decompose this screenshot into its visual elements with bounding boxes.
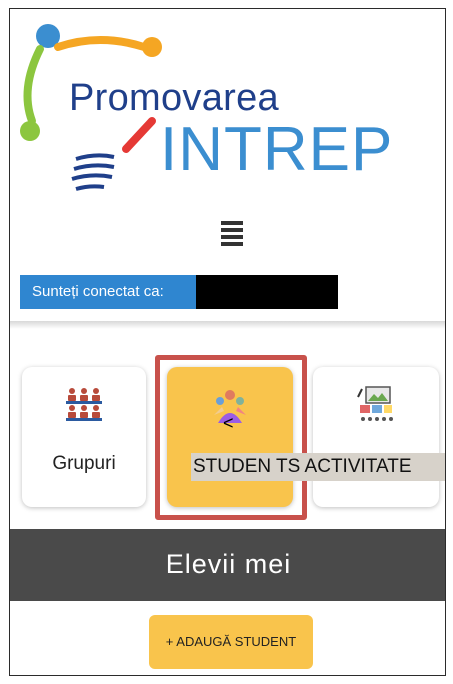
app-frame: Promovarea INTREP Sunteți conectat ca: G… [9, 8, 446, 676]
logo: Promovarea INTREP [10, 9, 445, 209]
section-header: Elevii mei [10, 529, 445, 601]
header-divider [10, 321, 445, 329]
students-card[interactable] [167, 367, 293, 507]
groups-card-label: Grupuri [52, 453, 116, 474]
activities-card[interactable] [313, 367, 439, 507]
redacted-username [196, 275, 338, 309]
add-student-button[interactable]: + ADAUGĂ STUDENT [149, 615, 313, 669]
connected-as-label: Sunteți conectat ca: [20, 275, 196, 309]
students-card-label: STUDEN TS ACTIVITATE [191, 453, 445, 481]
section-title: Elevii mei [165, 549, 292, 579]
groups-icon [66, 388, 102, 421]
logo-text-intrep: INTREP [160, 115, 394, 184]
hamburger-menu-icon[interactable] [217, 221, 247, 251]
groups-card[interactable]: Grupuri [22, 367, 146, 507]
students-card-glyph: < [223, 413, 234, 433]
activities-icon [357, 386, 393, 421]
